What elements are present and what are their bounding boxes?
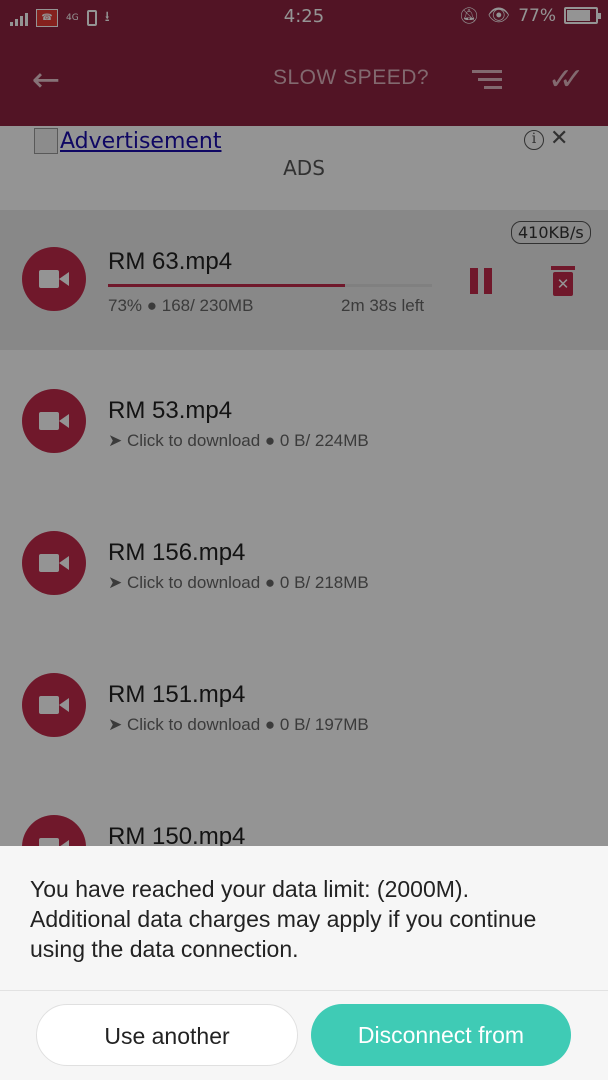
disconnect-button[interactable]: Disconnect from xyxy=(311,1004,571,1066)
data-limit-message: You have reached your data limit: (2000M… xyxy=(30,876,537,962)
divider xyxy=(0,990,608,991)
use-another-button[interactable]: Use another xyxy=(36,1004,298,1066)
data-limit-dialog: You have reached your data limit: (2000M… xyxy=(0,846,608,1080)
